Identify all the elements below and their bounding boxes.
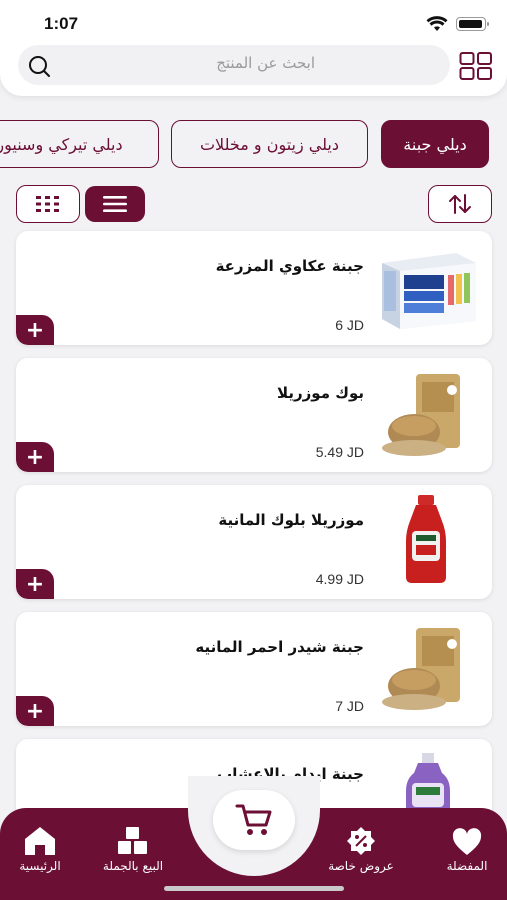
nav-label: المفضلة bbox=[446, 859, 488, 873]
product-name: بوك موزريلا bbox=[277, 384, 364, 402]
product-image bbox=[406, 495, 446, 583]
category-chip[interactable]: ديلي زيتون و مخللات bbox=[171, 120, 368, 168]
discount-badge-icon bbox=[347, 827, 375, 855]
nav-label: البيع بالجملة bbox=[102, 859, 164, 873]
product-name: موزريلا بلوك المانية bbox=[218, 511, 364, 529]
grid-dots-icon bbox=[36, 196, 59, 212]
category-tabs: ديلي جبنة ديلي زيتون و مخللات ديلي تيركي… bbox=[0, 120, 507, 168]
sort-button[interactable] bbox=[428, 185, 492, 223]
list-view-button[interactable] bbox=[85, 186, 145, 222]
search-bar[interactable]: ابحث عن المنتج bbox=[18, 45, 450, 85]
product-card[interactable]: بوك موزريلا 5.49 JD + bbox=[16, 358, 492, 472]
nav-label: الرئيسية bbox=[19, 859, 61, 873]
add-to-cart-button[interactable]: + bbox=[16, 315, 54, 345]
status-bar: 1:07 bbox=[0, 0, 507, 44]
product-price: 7 JD bbox=[335, 698, 364, 714]
nav-home[interactable]: الرئيسية bbox=[0, 826, 85, 873]
cart-button[interactable] bbox=[213, 790, 295, 850]
add-to-cart-button[interactable]: + bbox=[16, 569, 54, 599]
battery-icon bbox=[456, 17, 489, 31]
product-image bbox=[382, 253, 476, 329]
product-price: 5.49 JD bbox=[315, 444, 364, 460]
product-card[interactable]: جبنة شيدر احمر المانيه 7 JD + bbox=[16, 612, 492, 726]
home-indicator bbox=[164, 886, 344, 891]
product-name: جبنة عكاوي المزرعة bbox=[215, 257, 364, 275]
product-image bbox=[382, 374, 460, 456]
nav-offers[interactable]: عروض خاصة bbox=[316, 826, 406, 873]
search-input[interactable]: ابحث عن المنتج bbox=[216, 54, 315, 72]
add-to-cart-button[interactable]: + bbox=[16, 442, 54, 472]
cart-icon bbox=[235, 804, 272, 835]
product-price: 6 JD bbox=[335, 317, 364, 333]
sort-arrows-icon bbox=[449, 194, 471, 214]
nav-wholesale[interactable]: البيع بالجملة bbox=[88, 826, 178, 873]
nav-favorites[interactable]: المفضلة bbox=[422, 826, 507, 873]
nav-label: عروض خاصة bbox=[328, 859, 394, 873]
home-icon bbox=[25, 827, 55, 855]
list-icon bbox=[103, 196, 127, 212]
product-card[interactable]: موزريلا بلوك المانية 4.99 JD + bbox=[16, 485, 492, 599]
status-time: 1:07 bbox=[44, 14, 79, 33]
search-icon[interactable] bbox=[26, 53, 52, 79]
product-card[interactable]: جبنة عكاوي المزرعة 6 JD + bbox=[16, 231, 492, 345]
product-name: جبنة شيدر احمر المانيه bbox=[195, 638, 364, 656]
product-price: 4.99 JD bbox=[315, 571, 364, 587]
wifi-icon bbox=[426, 16, 448, 31]
boxes-icon bbox=[118, 827, 147, 854]
category-chip[interactable]: ديلي تيركي وسنيور bbox=[0, 120, 159, 168]
add-to-cart-button[interactable]: + bbox=[16, 696, 54, 726]
category-chip[interactable]: ديلي جبنة bbox=[381, 120, 489, 168]
grid-view-button[interactable] bbox=[16, 185, 80, 223]
grid-icon[interactable] bbox=[459, 52, 493, 80]
heart-icon bbox=[452, 828, 482, 855]
product-image bbox=[382, 628, 460, 710]
